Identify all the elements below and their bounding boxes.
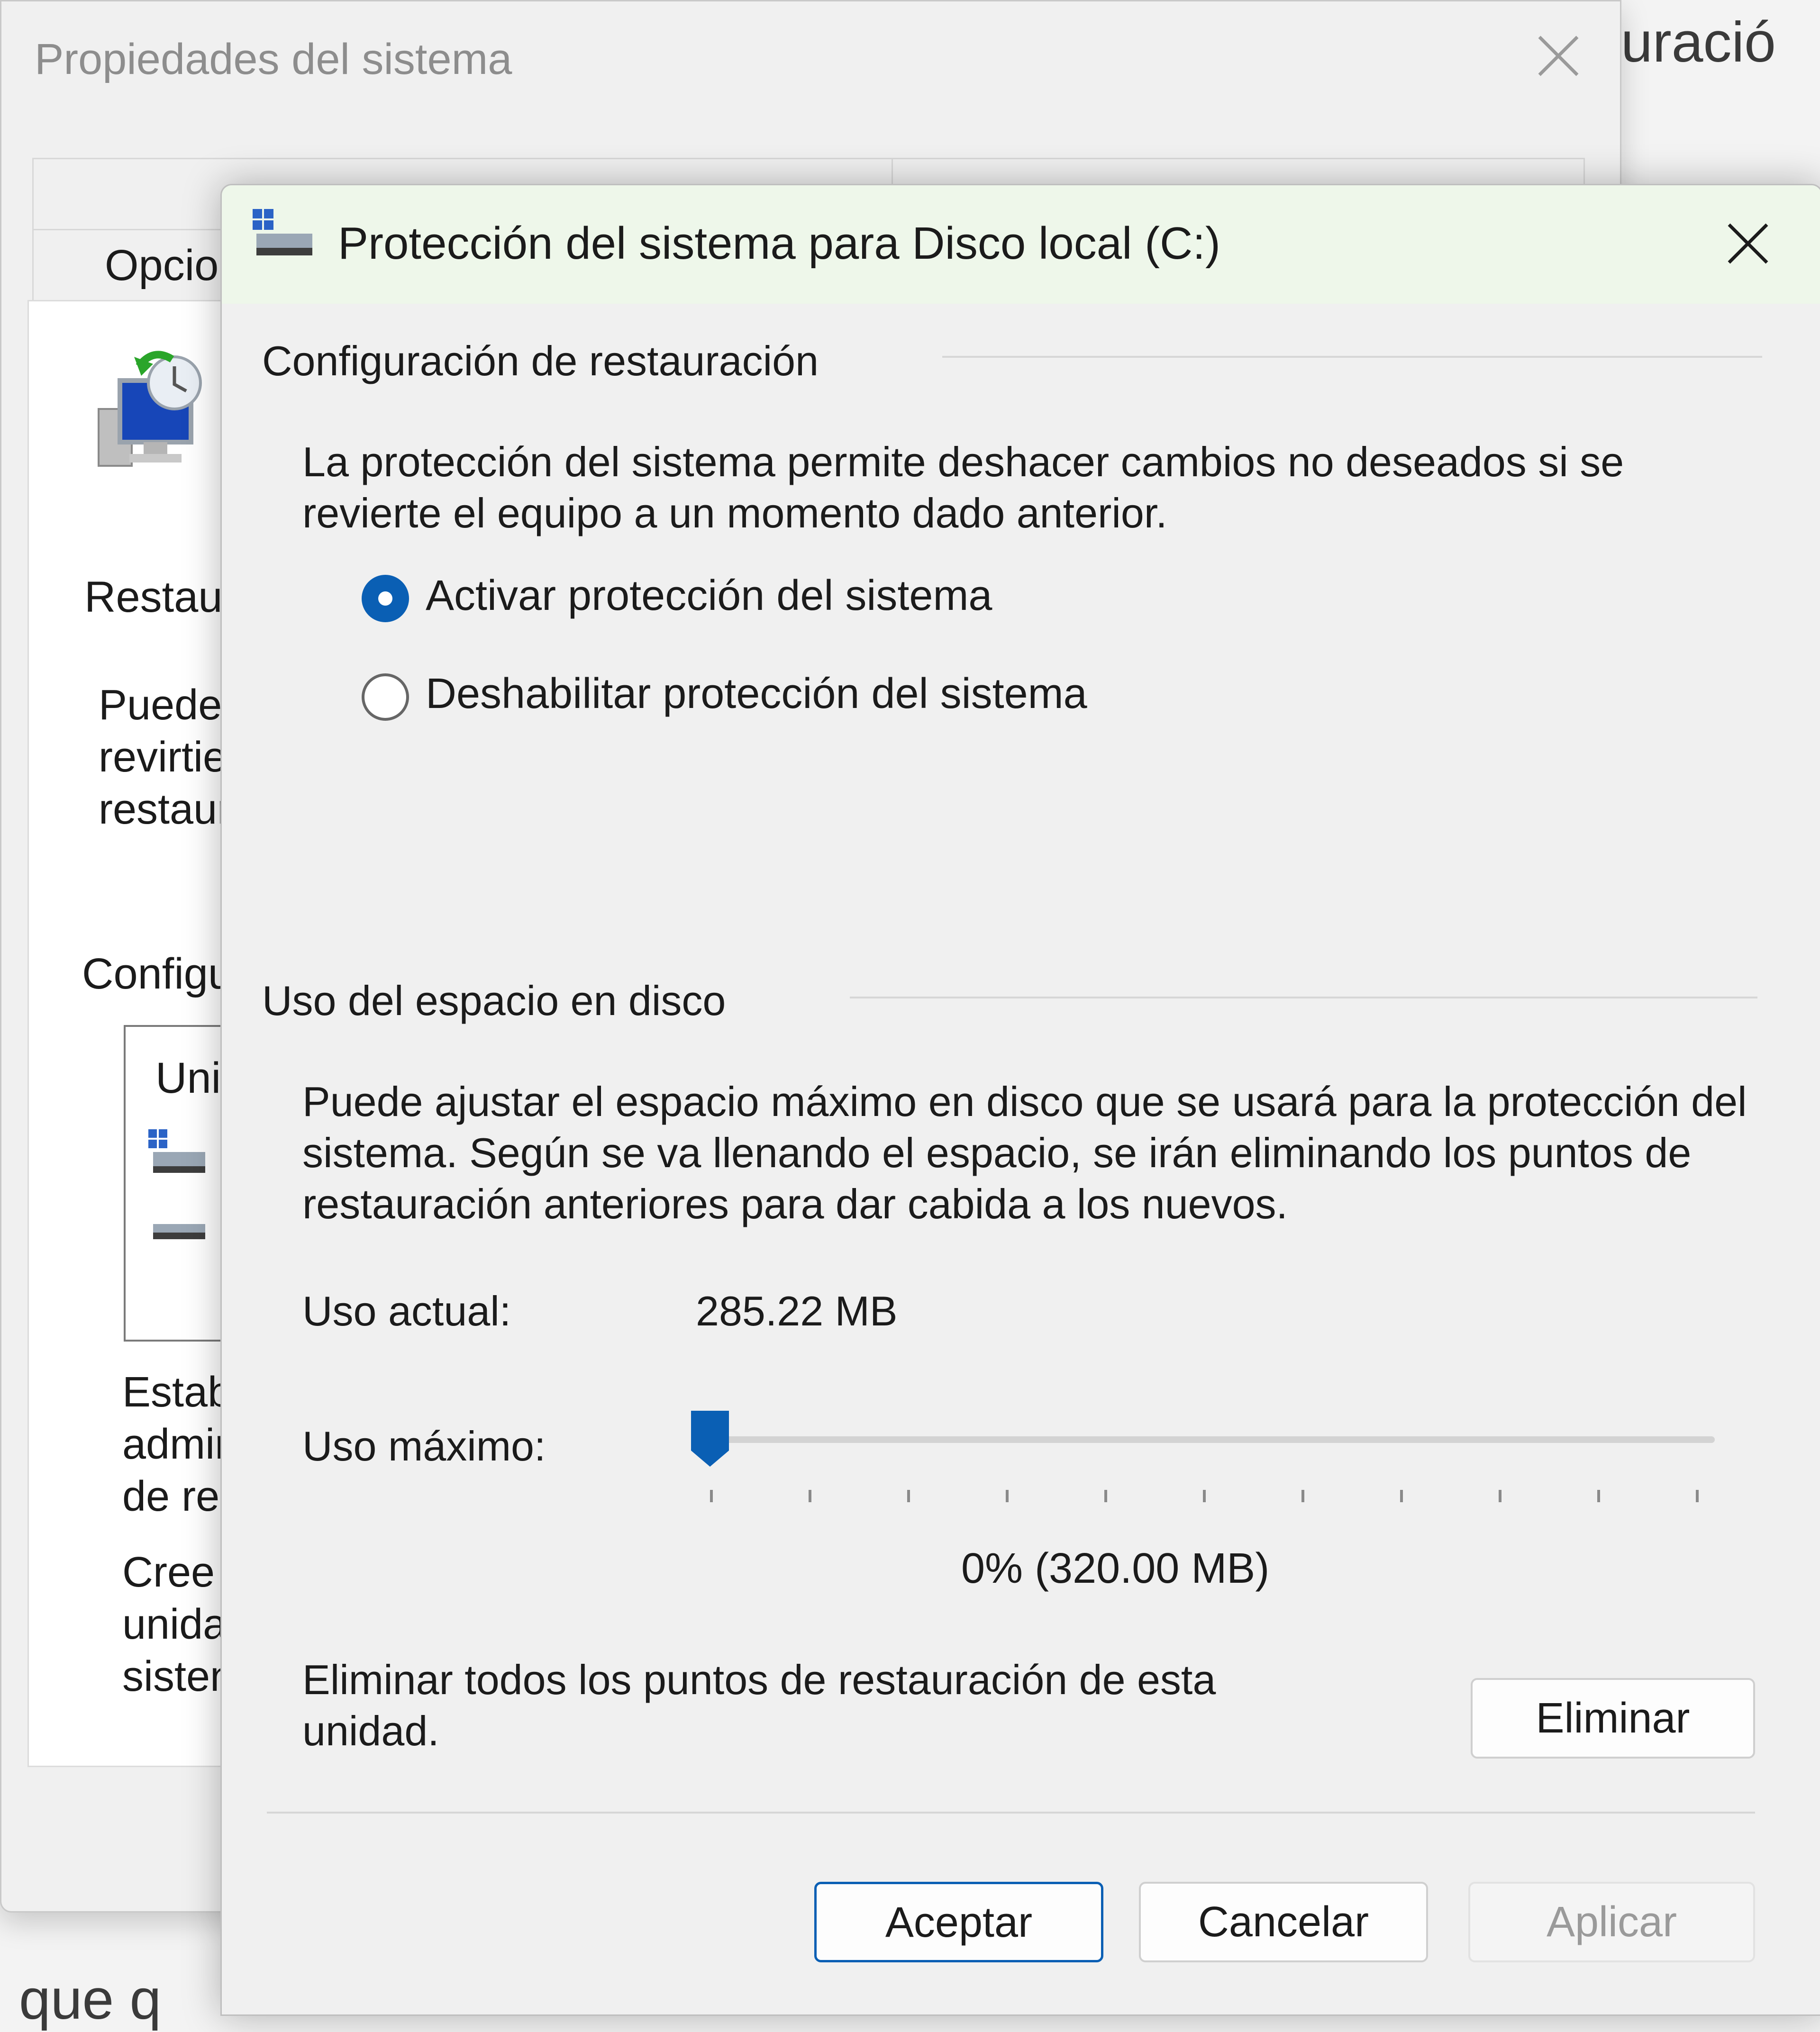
delete-button[interactable]: Eliminar	[1471, 1678, 1755, 1759]
slider-tick	[1499, 1490, 1502, 1502]
slider-tick	[1400, 1490, 1403, 1502]
parent-restore-heading: Restau	[84, 573, 223, 621]
parent-restore-text: Puede revirtie restaur	[99, 681, 232, 833]
slider-tick	[710, 1490, 713, 1502]
drive-icon	[148, 1219, 210, 1248]
group-divider	[850, 997, 1757, 998]
restore-settings-description: La protección del sistema permite deshac…	[302, 438, 1624, 536]
radio-selected-dot	[378, 591, 392, 606]
disk-usage-description: Puede ajustar el espacio máximo en disco…	[302, 1078, 1747, 1227]
max-usage-slider-track[interactable]	[696, 1436, 1715, 1443]
slider-tick	[809, 1490, 811, 1502]
slider-tick	[1597, 1490, 1600, 1502]
close-icon[interactable]	[1532, 30, 1584, 82]
max-usage-label: Uso máximo:	[302, 1423, 546, 1470]
slider-tick	[1301, 1490, 1304, 1502]
restore-settings-heading: Configuración de restauración	[262, 337, 819, 384]
background-text-fragment: uració	[1621, 10, 1776, 74]
max-usage-slider-thumb[interactable]	[688, 1408, 732, 1470]
radio-disable-protection[interactable]	[362, 673, 409, 721]
current-usage-value: 285.22 MB	[696, 1288, 898, 1334]
parent-config-heading: Configu	[82, 950, 233, 998]
parent-settings-text: Estab admir de re	[122, 1369, 232, 1520]
slider-tick	[1696, 1490, 1699, 1502]
system-restore-icon	[87, 347, 215, 475]
max-usage-value: 0% (320.00 MB)	[961, 1545, 1270, 1592]
disk-usage-heading: Uso del espacio en disco	[262, 977, 726, 1024]
radio-enable-protection-label[interactable]: Activar protección del sistema	[426, 572, 992, 620]
close-icon[interactable]	[1722, 218, 1774, 270]
footer-divider	[267, 1812, 1755, 1814]
apply-button[interactable]: Aplicar	[1468, 1882, 1755, 1962]
radio-disable-protection-label[interactable]: Deshabilitar protección del sistema	[426, 670, 1087, 718]
slider-tick	[1104, 1490, 1107, 1502]
cancel-button[interactable]: Cancelar	[1139, 1882, 1428, 1962]
system-protection-dialog: Protección del sistema para Disco local …	[220, 184, 1820, 2016]
slider-tick	[907, 1490, 910, 1502]
drive-icon	[148, 1129, 210, 1177]
parent-window-title: Propiedades del sistema	[35, 35, 512, 83]
parent-create-text: Cree unida sisten	[122, 1549, 234, 1700]
drive-icon	[253, 209, 314, 261]
slider-tick	[1203, 1490, 1206, 1502]
dialog-title: Protección del sistema para Disco local …	[338, 218, 1221, 269]
drive-list-header: Uni	[155, 1054, 221, 1102]
ok-button[interactable]: Aceptar	[814, 1882, 1103, 1962]
current-usage-label: Uso actual:	[302, 1288, 511, 1334]
group-divider	[942, 356, 1762, 358]
delete-restore-points-text: Eliminar todos los puntos de restauració…	[302, 1656, 1216, 1754]
background-text-fragment-bottom: que q	[19, 1968, 162, 2031]
slider-tick	[1006, 1490, 1009, 1502]
